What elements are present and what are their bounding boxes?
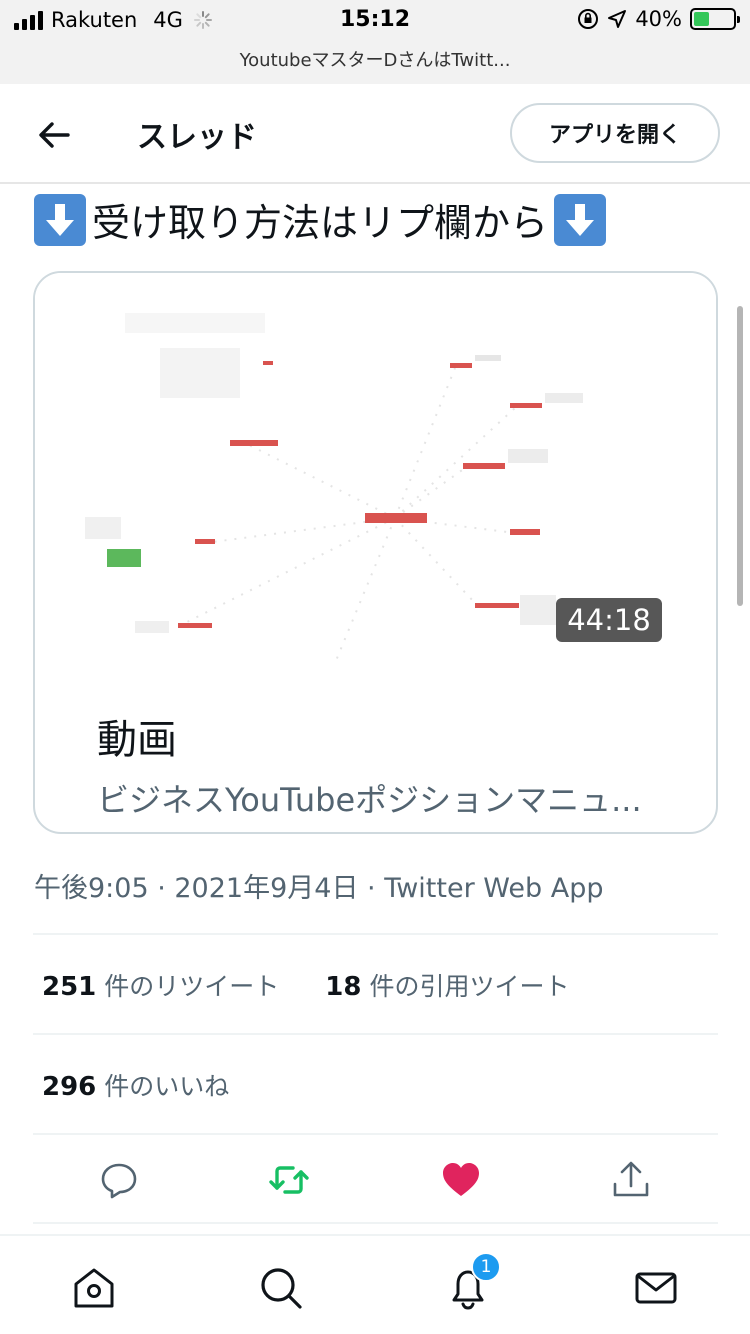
carrier-label: Rakuten <box>51 8 138 32</box>
status-bar: Rakuten 4G 15:12 40% <box>0 0 750 40</box>
retweet-button[interactable] <box>267 1158 311 1202</box>
reply-icon <box>101 1163 137 1199</box>
divider <box>33 933 718 935</box>
scrollbar[interactable] <box>737 306 743 606</box>
arrow-left-icon <box>39 122 70 148</box>
divider <box>33 1033 718 1035</box>
quotes-count: 18 <box>325 972 362 1002</box>
battery-charging-icon <box>690 8 740 30</box>
quotes-stat[interactable]: 18 件の引用ツイート <box>325 967 569 1003</box>
network-label: 4G <box>153 8 183 32</box>
share-button[interactable] <box>609 1158 653 1202</box>
bottom-nav <box>0 1234 750 1334</box>
likes-row: 296 件のいいね <box>42 1067 229 1103</box>
loading-spinner-icon <box>193 10 213 30</box>
tweet-timestamp[interactable]: 午後9:05 · 2021年9月4日 · Twitter Web App <box>34 866 603 905</box>
video-duration: 44:18 <box>556 598 662 642</box>
like-button[interactable] <box>439 1158 483 1202</box>
share-icon <box>613 1161 649 1197</box>
battery-percent: 40% <box>635 7 682 31</box>
status-bar-left: Rakuten 4G <box>14 8 213 32</box>
orientation-lock-icon <box>578 9 599 29</box>
home-icon <box>74 1268 114 1308</box>
location-arrow-icon <box>608 10 627 28</box>
divider <box>33 1133 718 1135</box>
tweet-text: 受け取り方法はリプ欄から <box>34 192 607 247</box>
quotes-label: 件の引用ツイート <box>369 972 570 1001</box>
video-thumbnail[interactable]: 44:18 <box>35 273 716 673</box>
status-bar-right: 40% <box>577 7 740 31</box>
open-app-button[interactable]: アプリを開く <box>510 103 720 163</box>
likes-stat[interactable]: 296 件のいいね <box>42 1067 229 1103</box>
search-icon <box>261 1268 302 1309</box>
page-title: スレッド <box>137 120 257 155</box>
heart-icon <box>443 1163 479 1196</box>
stats-row: 251 件のリツイート 18 件の引用ツイート <box>42 967 569 1003</box>
signal-icon <box>14 10 43 30</box>
tweet-actions <box>33 1140 718 1220</box>
tweet-body: 受け取り方法はリプ欄から <box>92 201 549 245</box>
card-description: ビジネスYouTubeポジションマニュ... <box>97 781 642 819</box>
reply-button[interactable] <box>97 1158 141 1202</box>
notification-badge: 1 <box>471 1252 501 1282</box>
down-arrow-emoji-icon <box>34 193 86 246</box>
video-card[interactable]: 44:18 動画 ビジネスYouTubeポジションマニュ... <box>33 271 718 834</box>
retweets-stat[interactable]: 251 件のリツイート <box>42 967 279 1003</box>
messages-icon <box>635 1272 677 1304</box>
retweets-count: 251 <box>42 972 97 1002</box>
url-bar[interactable]: YoutubeマスターDさんはTwitt... <box>0 40 750 84</box>
retweets-label: 件のリツイート <box>104 972 280 1001</box>
divider <box>33 1222 718 1224</box>
nav-messages-button[interactable] <box>632 1264 680 1312</box>
back-button[interactable] <box>34 114 76 156</box>
likes-count: 296 <box>42 1072 97 1102</box>
down-arrow-emoji-icon <box>554 193 607 246</box>
battery-level <box>694 12 710 26</box>
nav-search-button[interactable] <box>257 1264 305 1312</box>
nav-home-button[interactable] <box>70 1264 118 1312</box>
card-title: 動画 <box>97 717 177 763</box>
retweet-icon <box>269 1166 309 1194</box>
likes-label: 件のいいね <box>104 1072 230 1101</box>
thread-header: スレッド アプリを開く <box>0 84 750 184</box>
